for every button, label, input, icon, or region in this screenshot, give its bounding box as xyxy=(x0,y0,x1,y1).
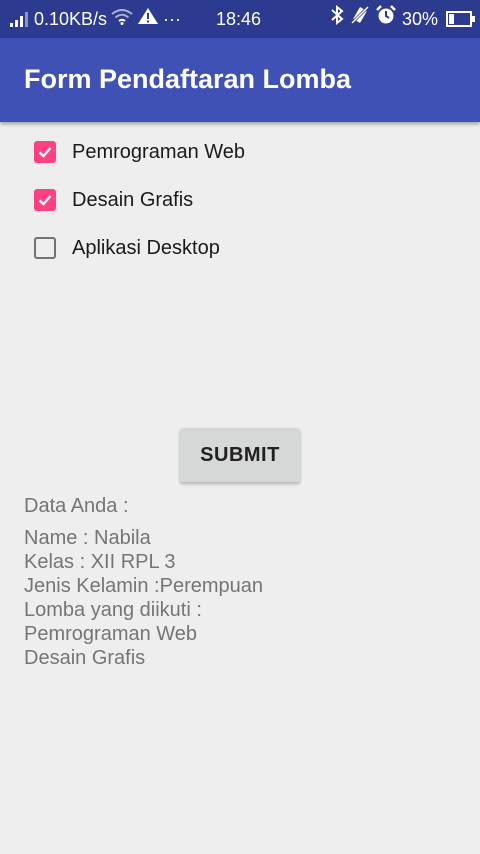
checkbox-label: Desain Grafis xyxy=(72,188,194,211)
vibrate-off-icon xyxy=(350,0,370,38)
submit-button[interactable]: SUBMIT xyxy=(180,428,300,482)
checkbox-label: Aplikasi Desktop xyxy=(72,236,220,259)
clock: 18:46 xyxy=(216,9,262,29)
checkbox-icon[interactable] xyxy=(34,189,56,211)
network-speed: 0.10KB/s xyxy=(34,9,108,29)
status-bar: 0.10KB/s ··· 18:46 30% xyxy=(0,0,480,38)
checkbox-icon[interactable] xyxy=(34,141,56,163)
result-line: Pemrograman Web xyxy=(24,623,198,645)
checkbox-icon[interactable] xyxy=(34,237,56,259)
signal-icon xyxy=(10,11,28,27)
checkbox-pemrograman-web[interactable]: Pemrograman Web xyxy=(34,138,245,166)
bluetooth-icon xyxy=(330,0,344,38)
battery-percent: 30% xyxy=(401,9,438,29)
warning-icon xyxy=(137,0,159,38)
checkbox-label: Pemrograman Web xyxy=(72,140,246,163)
wifi-icon xyxy=(111,0,133,38)
result-line: Jenis Kelamin :Perempuan xyxy=(24,575,264,597)
alarm-icon xyxy=(376,0,396,38)
result-line: Lomba yang diikuti : xyxy=(24,599,202,621)
checkbox-aplikasi-desktop[interactable]: Aplikasi Desktop xyxy=(34,234,220,262)
app-bar: Form Pendaftaran Lomba xyxy=(0,38,480,122)
more-notifications-icon: ··· xyxy=(163,9,182,29)
battery-icon xyxy=(446,11,475,27)
result-line: Kelas : XII RPL 3 xyxy=(24,551,176,573)
result-line: Name : Nabila xyxy=(24,527,151,549)
checkbox-desain-grafis[interactable]: Desain Grafis xyxy=(34,186,193,214)
result-line: Desain Grafis xyxy=(24,647,146,669)
result-heading: Data Anda : xyxy=(24,495,129,517)
result-output: Data Anda : Name : Nabila Kelas : XII RP… xyxy=(24,494,263,670)
app-title: Form Pendaftaran Lomba xyxy=(24,64,352,94)
